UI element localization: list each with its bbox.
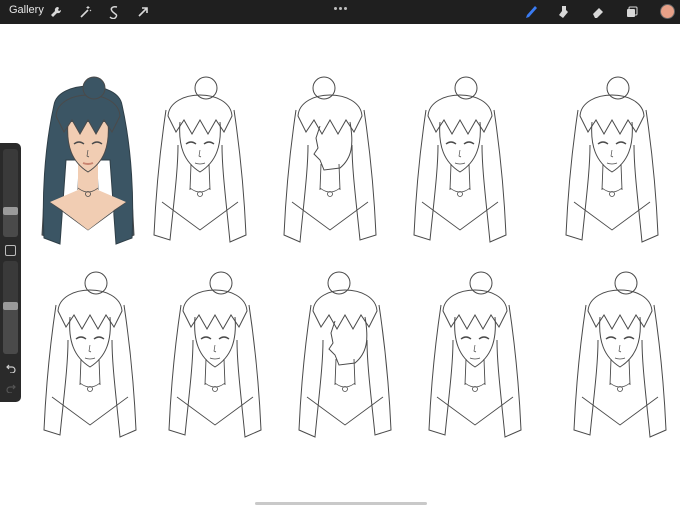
character-sketch-8 — [298, 271, 392, 438]
character-sketch-3 — [283, 76, 377, 243]
wrench-icon[interactable] — [48, 4, 64, 20]
character-sketch-10 — [573, 271, 667, 438]
brush-icon[interactable] — [522, 4, 538, 20]
character-sketch-9 — [428, 271, 522, 438]
character-sketch-2 — [153, 76, 247, 243]
color-picker-swatch[interactable] — [660, 4, 675, 19]
transform-arrow-icon[interactable] — [135, 4, 151, 20]
sketch-sheet — [41, 76, 667, 438]
drawing-canvas[interactable] — [0, 24, 680, 510]
character-sketch-6 — [43, 271, 137, 438]
smudge-icon[interactable] — [556, 4, 572, 20]
selection-icon[interactable] — [106, 4, 122, 20]
top-toolbar: Gallery — [0, 0, 680, 24]
character-sketch-7 — [168, 271, 262, 438]
character-sketch-1 — [41, 76, 135, 245]
character-sketch-5 — [565, 76, 659, 243]
character-sketch-4 — [413, 76, 507, 243]
magic-wand-icon[interactable] — [77, 4, 93, 20]
eraser-icon[interactable] — [590, 4, 606, 20]
home-indicator[interactable] — [255, 502, 427, 505]
more-options-icon[interactable] — [333, 3, 347, 13]
layers-icon[interactable] — [624, 4, 640, 20]
gallery-button[interactable]: Gallery — [9, 4, 44, 16]
